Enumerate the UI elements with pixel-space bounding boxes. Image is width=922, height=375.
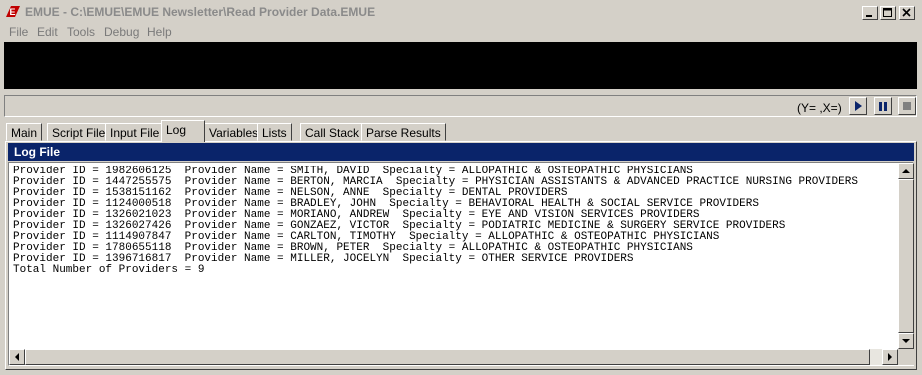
log-total-line: Total Number of Providers = 9 xyxy=(13,264,205,276)
menu-edit[interactable]: Edit xyxy=(37,25,58,39)
close-button[interactable] xyxy=(899,6,915,20)
scroll-up-button[interactable] xyxy=(898,163,914,179)
scrollbar-corner xyxy=(898,349,914,365)
log-text-area[interactable]: Provider ID = 1982606125 Provider Name =… xyxy=(8,162,914,366)
title-bar[interactable]: E EMUE - C:\EMUE\EMUE Newsletter\Read Pr… xyxy=(0,0,922,24)
scroll-right-button[interactable] xyxy=(882,349,898,365)
maximize-button[interactable] xyxy=(880,6,896,20)
tab-script-file[interactable]: Script File xyxy=(47,123,111,141)
tab-variables[interactable]: Variables xyxy=(204,123,264,141)
horizontal-scrollbar[interactable] xyxy=(9,349,898,365)
scroll-down-button[interactable] xyxy=(898,333,914,349)
cursor-coordinates: (Y= ,X=) xyxy=(797,101,842,115)
tab-main[interactable]: Main xyxy=(6,123,43,141)
menu-tools[interactable]: Tools xyxy=(67,25,95,39)
menu-bar: File Edit Tools Debug Help xyxy=(0,24,922,42)
pause-button[interactable] xyxy=(874,97,892,115)
log-file-title: Log File xyxy=(14,145,60,159)
menu-debug[interactable]: Debug xyxy=(104,25,139,39)
vertical-scroll-thumb[interactable] xyxy=(898,179,914,333)
stop-icon xyxy=(903,102,911,110)
tab-log[interactable]: Log xyxy=(161,120,205,142)
vertical-scrollbar[interactable] xyxy=(898,163,914,349)
svg-text:E: E xyxy=(10,7,16,17)
run-button[interactable] xyxy=(849,97,867,115)
log-lines: Provider ID = 1982606125 Provider Name =… xyxy=(13,166,901,276)
stop-button[interactable] xyxy=(898,97,916,115)
play-icon xyxy=(855,101,862,111)
horizontal-scroll-thumb[interactable] xyxy=(25,349,870,365)
scroll-right-icon xyxy=(888,353,892,361)
minimize-button[interactable] xyxy=(862,6,878,20)
tab-lists[interactable]: Lists xyxy=(257,123,292,141)
minimize-icon xyxy=(866,15,872,17)
log-file-header: Log File xyxy=(8,143,914,161)
terminal-screen[interactable] xyxy=(4,42,917,89)
menu-help[interactable]: Help xyxy=(147,25,172,39)
tab-input-file[interactable]: Input File xyxy=(105,123,165,141)
scroll-up-icon xyxy=(902,169,910,173)
maximize-icon xyxy=(883,8,892,17)
pause-icon xyxy=(879,102,887,111)
menu-file[interactable]: File xyxy=(9,25,28,39)
tab-call-stack[interactable]: Call Stack xyxy=(300,123,365,141)
status-strip xyxy=(4,95,917,117)
emue-window: E EMUE - C:\EMUE\EMUE Newsletter\Read Pr… xyxy=(0,0,922,375)
emue-logo-icon: E xyxy=(6,6,20,17)
scroll-left-icon xyxy=(15,353,19,361)
tab-parse-results[interactable]: Parse Results xyxy=(361,123,446,141)
scroll-down-icon xyxy=(902,339,910,343)
window-title: EMUE - C:\EMUE\EMUE Newsletter\Read Prov… xyxy=(25,5,376,19)
scroll-left-button[interactable] xyxy=(9,349,25,365)
close-icon xyxy=(902,8,911,17)
